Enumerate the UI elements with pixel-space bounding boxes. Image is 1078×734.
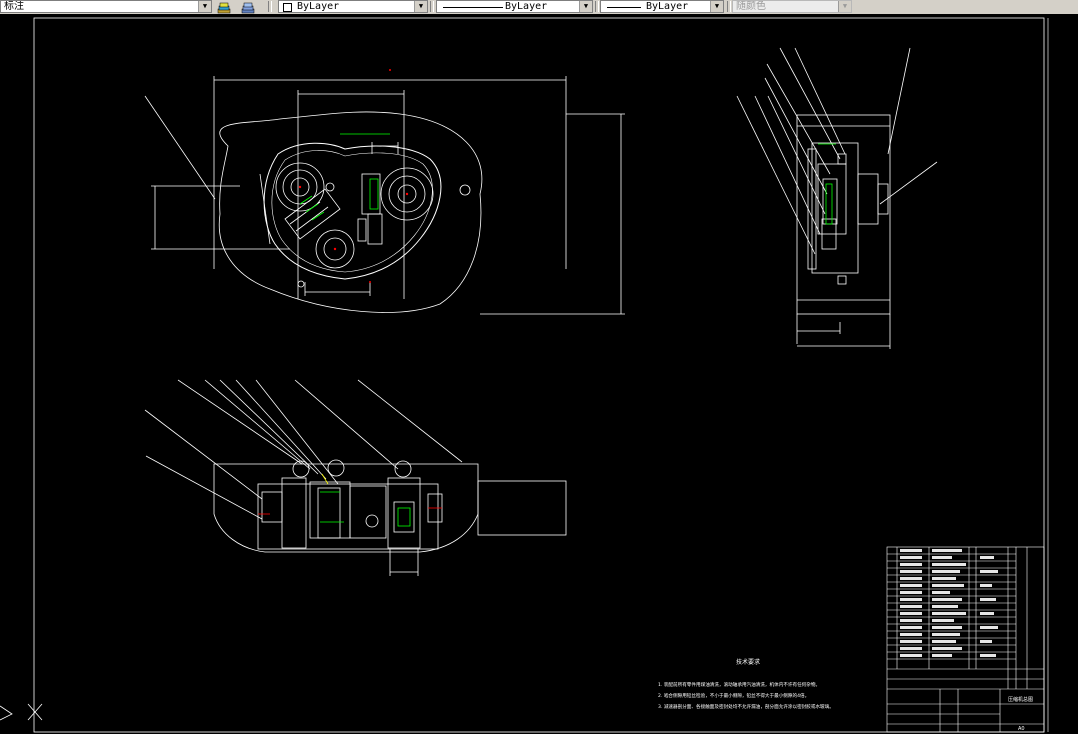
color-control-dropdown[interactable]: ByLayer ▼ — [278, 0, 428, 13]
chevron-down-icon: ▼ — [838, 1, 851, 12]
technical-requirements-title: 技术要求 — [736, 658, 760, 666]
chevron-down-icon: ▼ — [710, 1, 723, 12]
chevron-down-icon: ▼ — [414, 1, 427, 12]
toolbar-separator — [595, 1, 599, 12]
chevron-down-icon: ▼ — [198, 1, 211, 12]
color-swatch — [283, 3, 292, 12]
section-view — [144, 379, 567, 576]
properties-toolbar: 标注 ▼ ByLayer ▼ ByLayer ▼ ByLayer ▼ 随颜色 ▼ — [0, 0, 1078, 15]
dimension-style-dropdown[interactable]: 标注 ▼ — [0, 0, 212, 13]
linetype-control-dropdown[interactable]: ByLayer ▼ — [436, 0, 593, 13]
toolbar-separator — [268, 1, 272, 12]
technical-requirement-line-1: 1. 装配前所有零件用煤油清洗，滚动轴承用汽油清洗，机体内不许有任何杂物。 — [658, 681, 820, 688]
linetype-preview — [443, 7, 503, 8]
chevron-down-icon: ▼ — [579, 1, 592, 12]
technical-requirement-line-3: 3. 减速器剖分面、各接触面及密封处均不允许漏油，剖分面允许涂以密封胶或水玻璃。 — [658, 703, 834, 710]
plotstyle-value: 随颜色 — [736, 1, 766, 12]
top-view — [144, 76, 625, 315]
title-block-name: 压缩机总图 — [1008, 696, 1033, 703]
lineweight-preview — [607, 7, 641, 8]
side-view — [736, 47, 938, 349]
canvas-right-edge — [1057, 14, 1078, 734]
drawing-frame — [33, 17, 1045, 733]
color-value: ByLayer — [297, 1, 340, 12]
dimension-style-value: 标注 — [4, 1, 24, 12]
sheet-size-label: A0 — [1018, 726, 1025, 732]
lineweight-value: ByLayer — [646, 1, 689, 12]
layer-states-icon[interactable] — [240, 0, 256, 14]
plotstyle-control-dropdown[interactable]: 随颜色 ▼ — [732, 0, 852, 13]
toolbar-separator — [727, 1, 731, 12]
cad-drawing: 技术要求 1. 装配前所有零件用煤油清洗，滚动轴承用汽油清洗，机体内不许有任何杂… — [0, 17, 1049, 733]
layer-manager-icon[interactable] — [216, 0, 232, 14]
technical-requirement-line-2: 2. 啮合侧隙用铅丝检验，不小于最小侧隙，铅丝不得大于最小侧隙的4倍。 — [658, 692, 809, 699]
drawing-canvas[interactable]: 技术要求 1. 装配前所有零件用煤油清洗，滚动轴承用汽油清洗，机体内不许有任何杂… — [0, 14, 1078, 734]
linetype-value: ByLayer — [505, 1, 548, 12]
lineweight-control-dropdown[interactable]: ByLayer ▼ — [600, 0, 724, 13]
toolbar-separator — [430, 1, 434, 12]
parts-list — [886, 546, 1045, 733]
